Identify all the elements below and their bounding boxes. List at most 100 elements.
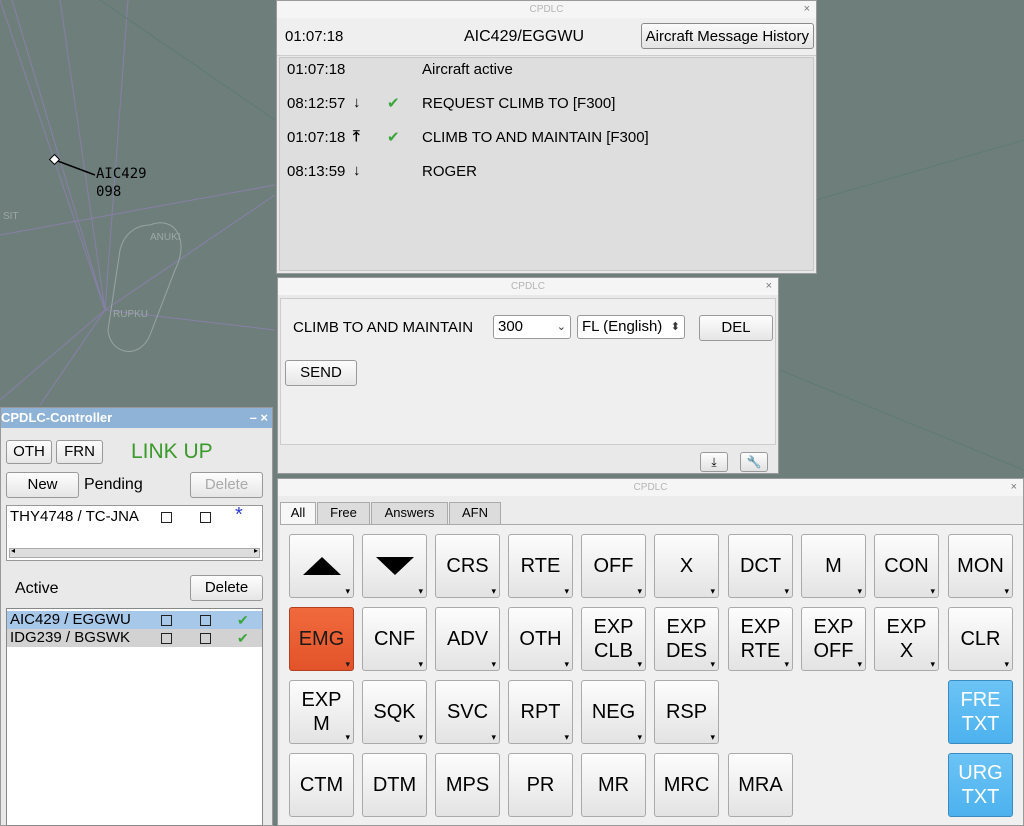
settings-wrench-icon[interactable]: 🔧 (740, 452, 768, 472)
tab-free[interactable]: Free (317, 502, 370, 524)
downlink-arrow-icon: ↓ (353, 94, 361, 111)
key-mon[interactable]: MON ▾ (948, 534, 1013, 598)
horizontal-scrollbar[interactable]: ◂ ▸ (9, 546, 260, 558)
triangle-down-icon (375, 557, 414, 575)
message-list[interactable]: 01:07:18 Aircraft active 08:12:57 ↓ ✔ RE… (279, 57, 814, 271)
key-fre-txt[interactable]: FRE TXT (948, 680, 1013, 744)
key-mrc[interactable]: MRC (654, 753, 719, 817)
tab-all[interactable]: All (280, 502, 316, 525)
key-exp-rte[interactable]: EXP RTE ▾ (728, 607, 793, 671)
key-label: CLR (960, 628, 1001, 650)
key-label: RSP (665, 701, 708, 723)
key-label: CRS (446, 555, 489, 577)
fix-label-rupku: RUPKU (113, 309, 149, 320)
key-exp-clb[interactable]: EXP CLB ▾ (581, 607, 646, 671)
aircraft-callsign: AIC429 (96, 166, 147, 182)
oth-button[interactable]: OTH (6, 440, 52, 464)
message-history-window: CPDLC × 01:07:18 AIC429/EGGWU Aircraft M… (276, 0, 817, 274)
key-mra[interactable]: MRA (728, 753, 793, 817)
new-button[interactable]: New (6, 472, 79, 498)
key-con[interactable]: CON ▾ (874, 534, 939, 598)
more-indicator: ▾ (491, 659, 496, 669)
key-up-arrow[interactable]: ▾ (289, 534, 354, 598)
key-sqk[interactable]: SQK ▾ (362, 680, 427, 744)
key-svc[interactable]: SVC ▾ (435, 680, 500, 744)
key-rpt[interactable]: RPT ▾ (508, 680, 573, 744)
unit-select[interactable]: FL (English) ⬍ (577, 315, 685, 339)
message-row[interactable]: 08:12:57 ↓ ✔ REQUEST CLIMB TO [F300] (280, 92, 813, 116)
active-delete-button[interactable]: Delete (190, 575, 263, 601)
key-down-arrow[interactable]: ▾ (362, 534, 427, 598)
key-pr[interactable]: PR (508, 753, 573, 817)
active-list[interactable]: AIC429 / EGGWU ✔ IDG239 / BGSWK ✔ (6, 608, 263, 826)
message-row[interactable]: 01:07:18 Aircraft active (280, 58, 813, 82)
key-oth[interactable]: OTH ▾ (508, 607, 573, 671)
checkbox[interactable] (161, 512, 172, 523)
checkbox[interactable] (200, 512, 211, 523)
key-mr[interactable]: MR (581, 753, 646, 817)
key-label: MR (597, 774, 630, 796)
more-indicator: ▾ (418, 659, 423, 669)
close-icon[interactable]: × (1011, 479, 1017, 496)
key-dtm[interactable]: DTM (362, 753, 427, 817)
key-label: EXP OFF (813, 616, 854, 662)
window-title: CPDLC × (277, 1, 816, 18)
key-exp-des[interactable]: EXP DES ▾ (654, 607, 719, 671)
message-row[interactable]: 08:13:59 ↓ ROGER (280, 160, 813, 184)
frn-button[interactable]: FRN (56, 440, 103, 464)
key-label: EXP CLB (593, 616, 634, 662)
aircraft-label[interactable]: AIC429 098 (96, 165, 147, 201)
key-neg[interactable]: NEG ▾ (581, 680, 646, 744)
checkbox[interactable] (200, 633, 211, 644)
aircraft-level: 098 (96, 184, 122, 200)
key-clr[interactable]: CLR ▾ (948, 607, 1013, 671)
list-item[interactable]: IDG239 / BGSWK ✔ (7, 629, 262, 647)
pending-list[interactable]: THY4748 / TC-JNA * ◂ ▸ (6, 505, 263, 561)
link-status: LINK UP (131, 440, 213, 463)
scroll-left-icon[interactable]: ◂ (11, 546, 15, 555)
key-urg-txt[interactable]: URG TXT (948, 753, 1013, 817)
key-label: EMG (298, 628, 345, 650)
key-emg[interactable]: EMG ▾ (289, 607, 354, 671)
key-exp-x[interactable]: EXP X ▾ (874, 607, 939, 671)
key-x[interactable]: X ▾ (654, 534, 719, 598)
close-icon[interactable]: × (766, 278, 772, 295)
pending-delete-button[interactable]: Delete (190, 472, 263, 498)
checkbox[interactable] (200, 615, 211, 626)
message-row[interactable]: 01:07:18 ⤒ ✔ CLIMB TO AND MAINTAIN [F300… (280, 126, 813, 150)
pending-callsign: THY4748 / TC-JNA (10, 508, 139, 525)
chevron-down-icon: ⌄ (556, 321, 566, 333)
tab-afn[interactable]: AFN (449, 502, 501, 524)
key-label: X (679, 555, 694, 577)
key-dct[interactable]: DCT ▾ (728, 534, 793, 598)
send-button[interactable]: SEND (285, 360, 357, 386)
message-text: Aircraft active (422, 61, 513, 78)
key-label: RPT (520, 701, 561, 723)
key-adv[interactable]: ADV ▾ (435, 607, 500, 671)
key-rsp[interactable]: RSP ▾ (654, 680, 719, 744)
key-rte[interactable]: RTE ▾ (508, 534, 573, 598)
message-text: ROGER (422, 163, 478, 180)
close-icon[interactable]: × (804, 1, 810, 18)
key-off[interactable]: OFF ▾ (581, 534, 646, 598)
window-controls[interactable]: – × (250, 408, 268, 428)
key-cnf[interactable]: CNF ▾ (362, 607, 427, 671)
key-ctm[interactable]: CTM (289, 753, 354, 817)
level-select[interactable]: 300 ⌄ (493, 315, 571, 339)
checkbox[interactable] (161, 615, 172, 626)
key-exp-m[interactable]: EXP M ▾ (289, 680, 354, 744)
window-title-text: CPDLC (529, 4, 564, 15)
key-exp-off[interactable]: EXP OFF ▾ (801, 607, 866, 671)
list-item[interactable]: THY4748 / TC-JNA * (7, 505, 262, 526)
aircraft-message-history-button[interactable]: Aircraft Message History (640, 23, 814, 49)
del-button[interactable]: DEL (699, 315, 773, 341)
key-m[interactable]: M ▾ (801, 534, 866, 598)
download-icon[interactable]: ⤓ (700, 452, 728, 472)
checkbox[interactable] (161, 633, 172, 644)
list-item[interactable]: AIC429 / EGGWU ✔ (7, 611, 262, 629)
more-indicator: ▾ (857, 586, 862, 596)
scroll-right-icon[interactable]: ▸ (254, 546, 258, 555)
key-crs[interactable]: CRS ▾ (435, 534, 500, 598)
key-mps[interactable]: MPS (435, 753, 500, 817)
tab-answers[interactable]: Answers (371, 502, 448, 524)
